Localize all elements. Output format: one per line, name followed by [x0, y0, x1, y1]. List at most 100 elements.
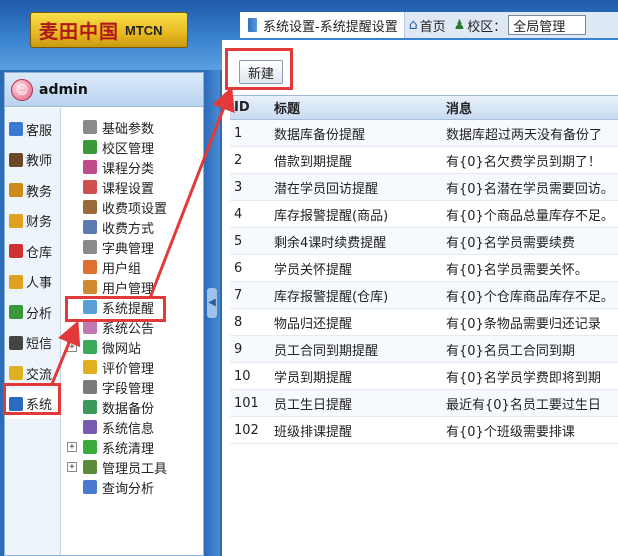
breadcrumb: ⌂ 首页 ♟ 校区： 全局管理 — [409, 15, 587, 35]
table-row[interactable]: 4 库存报警提醒(商品) 有{0}个商品总量库存不足。 — [230, 201, 618, 228]
module-icon — [9, 335, 23, 350]
tree-item[interactable]: + 系统清理 — [63, 437, 201, 457]
column-header-title[interactable]: 标题 — [272, 98, 444, 117]
home-icon[interactable]: ⌂ — [409, 17, 418, 33]
table-row[interactable]: 10 学员到期提醒 有{0}名学员学费即将到期 — [230, 363, 618, 390]
tree-item[interactable]: 校区管理 — [63, 137, 201, 157]
table-body: 1 数据库备份提醒 数据库超过两天没有备份了 2 借款到期提醒 有{0}名欠费学员到期了！… — [230, 120, 618, 444]
column-header-id[interactable]: ID — [230, 100, 272, 115]
nav-item[interactable]: 财务 — [5, 206, 60, 237]
tab-label: 系统设置-系统提醒设置 — [263, 19, 398, 35]
campus-label: 校区： — [467, 19, 507, 35]
nav-item-label: 财务 — [26, 215, 53, 231]
cell-id: 6 — [234, 260, 243, 276]
tree-item[interactable]: 收费项设置 — [63, 197, 201, 217]
table-row[interactable]: 7 库存报警提醒(仓库) 有{0}个仓库商品库存不足。 — [230, 282, 618, 309]
cell-title: 学员到期提醒 — [274, 370, 353, 386]
cell-id: 3 — [234, 179, 243, 195]
nav-item-label: 客服 — [26, 123, 53, 139]
tree-item-icon — [83, 320, 97, 334]
tree-item[interactable]: 评价管理 — [63, 357, 201, 377]
table-row[interactable]: 9 员工合同到期提醒 有{0}名员工合同到期 — [230, 336, 618, 363]
campus-select[interactable]: 全局管理 — [508, 15, 587, 35]
table-row[interactable]: 5 剩余4课时续费提醒 有{0}名学员需要续费 — [230, 228, 618, 255]
cell-id: 5 — [234, 233, 243, 249]
cell-id: 9 — [234, 341, 243, 357]
nav-item[interactable]: 教师 — [5, 145, 60, 176]
highlight-system-reminder — [65, 296, 166, 322]
cell-id: 101 — [234, 395, 259, 411]
expand-icon[interactable]: + — [67, 342, 77, 352]
tree-item-icon — [83, 140, 97, 154]
cell-message: 有{0}名学员学费即将到期 — [446, 370, 601, 386]
table-row[interactable]: 101 员工生日提醒 最近有{0}名员工要过生日 — [230, 390, 618, 417]
cell-id: 4 — [234, 206, 243, 222]
tree-item[interactable]: 查询分析 — [63, 477, 201, 497]
tree-item-icon — [83, 420, 97, 434]
tree-item-icon — [83, 120, 97, 134]
collapse-arrow-icon[interactable]: ◀ — [207, 288, 217, 318]
tree-item[interactable]: 数据备份 — [63, 397, 201, 417]
tree-item-label: 课程设置 — [102, 181, 155, 197]
cell-title: 学员关怀提醒 — [274, 262, 353, 278]
nav-item[interactable]: 短信 — [5, 328, 60, 359]
tree-item-icon — [83, 380, 97, 394]
username: admin — [39, 81, 88, 98]
tree-item[interactable]: 用户组 — [63, 257, 201, 277]
tree-item-label: 系统清理 — [102, 441, 155, 457]
tab-system-reminder-settings[interactable]: 系统设置-系统提醒设置 — [240, 12, 405, 38]
tree-item[interactable]: 课程设置 — [63, 177, 201, 197]
tree-item-icon — [83, 360, 97, 374]
tree-item[interactable]: + 管理员工具 — [63, 457, 201, 477]
table-row[interactable]: 2 借款到期提醒 有{0}名欠费学员到期了！ — [230, 147, 618, 174]
tree-item[interactable]: 收费方式 — [63, 217, 201, 237]
home-link[interactable]: 首页 — [420, 16, 446, 35]
column-header-message[interactable]: 消息 — [444, 98, 618, 117]
nav-item[interactable]: 分析 — [5, 297, 60, 328]
cell-message: 有{0}个商品总量库存不足。 — [446, 208, 614, 224]
nav-item[interactable]: 客服 — [5, 114, 60, 145]
panel-collapse-handle[interactable]: ◀ — [204, 70, 220, 556]
tree-item-icon — [83, 160, 97, 174]
tree-item[interactable]: 课程分类 — [63, 157, 201, 177]
nav-item[interactable]: 人事 — [5, 267, 60, 298]
tree-item[interactable]: + 微网站 — [63, 337, 201, 357]
tree-item-icon — [83, 260, 97, 274]
module-icon — [9, 305, 23, 320]
tree-item-label: 字典管理 — [102, 241, 155, 257]
cell-id: 102 — [234, 422, 259, 438]
cell-id: 8 — [234, 314, 243, 330]
cell-id: 1 — [234, 125, 243, 141]
tree-item-icon — [83, 200, 97, 214]
cell-id: 2 — [234, 152, 243, 168]
tree-item[interactable]: 字段管理 — [63, 377, 201, 397]
tree-item-label: 收费方式 — [102, 221, 155, 237]
cell-title: 库存报警提醒(商品) — [274, 208, 389, 224]
nav-item[interactable]: 教务 — [5, 175, 60, 206]
tree-item-label: 校区管理 — [102, 141, 155, 157]
table-row[interactable]: 1 数据库备份提醒 数据库超过两天没有备份了 — [230, 120, 618, 147]
nav-item[interactable]: 仓库 — [5, 236, 60, 267]
cell-message: 有{0}个班级需要排课 — [446, 424, 575, 440]
tree-item[interactable]: 用户管理 — [63, 277, 201, 297]
cell-title: 剩余4课时续费提醒 — [274, 235, 387, 251]
tree-item[interactable]: 字典管理 — [63, 237, 201, 257]
tree-item-icon — [83, 280, 97, 294]
nav-item-label: 人事 — [26, 276, 53, 292]
cell-title: 数据库备份提醒 — [274, 127, 366, 143]
reminder-table: ID 标题 消息 1 数据库备份提醒 数据库超过两天没有备份了 2 借款到期提醒 有{0}… — [230, 95, 618, 444]
table-row[interactable]: 3 潜在学员回访提醒 有{0}名潜在学员需要回访。 — [230, 174, 618, 201]
tree-item[interactable]: 基础参数 — [63, 117, 201, 137]
table-row[interactable]: 8 物品归还提醒 有{0}条物品需要归还记录 — [230, 309, 618, 336]
expand-icon[interactable]: + — [67, 462, 77, 472]
cell-message: 有{0}名学员需要续费 — [446, 235, 575, 251]
expand-icon[interactable]: + — [67, 442, 77, 452]
cell-message: 有{0}名欠费学员到期了！ — [446, 154, 601, 170]
tree-item-label: 微网站 — [102, 341, 142, 357]
table-row[interactable]: 6 学员关怀提醒 有{0}名学员需要关怀。 — [230, 255, 618, 282]
cell-title: 潜在学员回访提醒 — [274, 181, 379, 197]
table-row[interactable]: 102 班级排课提醒 有{0}个班级需要排课 — [230, 417, 618, 444]
tree-item-icon — [83, 220, 97, 234]
tree-item-icon — [83, 480, 97, 494]
tree-item[interactable]: 系统信息 — [63, 417, 201, 437]
